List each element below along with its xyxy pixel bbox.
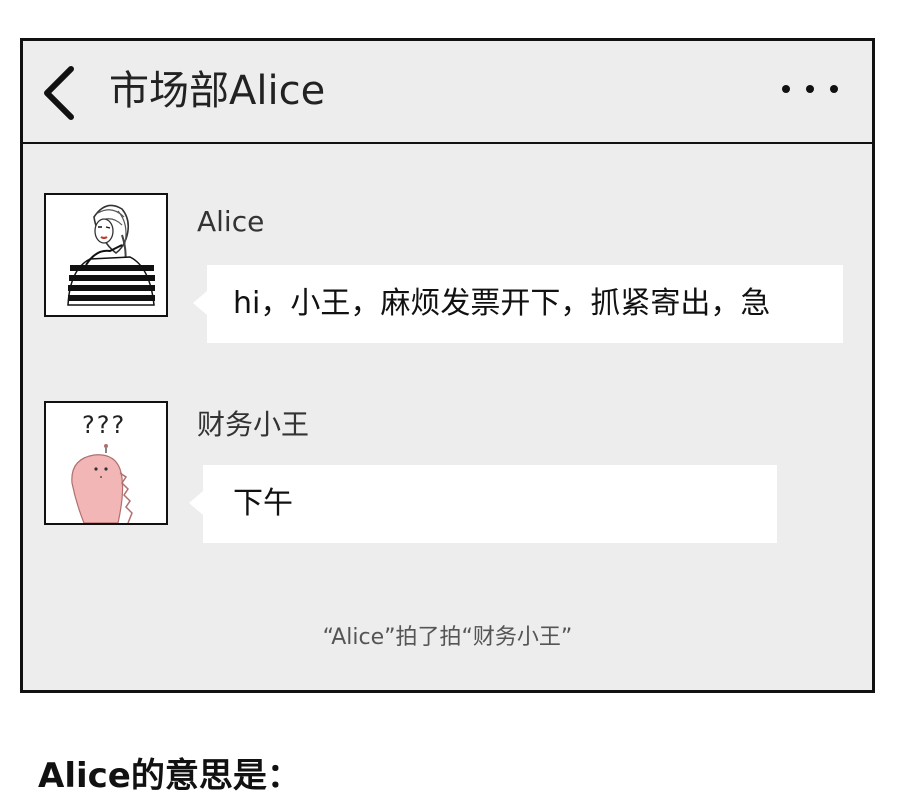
alice-portrait-icon (67, 204, 155, 306)
pink-dinosaur-icon (71, 444, 133, 523)
sender-name-alice: Alice (197, 205, 265, 238)
bubble-tail (193, 291, 207, 315)
chat-header: 市场部Alice (23, 41, 872, 144)
sender-name-xiaowang: 财务小王 (197, 408, 310, 441)
question-text: Alice的意思是： (38, 756, 301, 796)
message-bubble-alice[interactable]: hi，小王，麻烦发票开下，抓紧寄出，急 (207, 265, 843, 343)
message-bubble-xiaowang[interactable]: 下午 (203, 465, 777, 543)
pat-notice: “Alice”拍了拍“财务小王” (322, 625, 573, 650)
bubble-tail (189, 491, 203, 515)
back-arrow-icon[interactable] (39, 63, 79, 123)
more-options-icon[interactable] (782, 81, 842, 97)
chat-title: 市场部Alice (109, 68, 326, 114)
chat-window: 市场部Alice Alice hi，小王，麻烦发票开下，抓紧寄出，急 ??? 财… (20, 38, 875, 693)
xiaowang-avatar[interactable]: ??? (44, 401, 168, 525)
alice-avatar[interactable] (44, 193, 168, 317)
